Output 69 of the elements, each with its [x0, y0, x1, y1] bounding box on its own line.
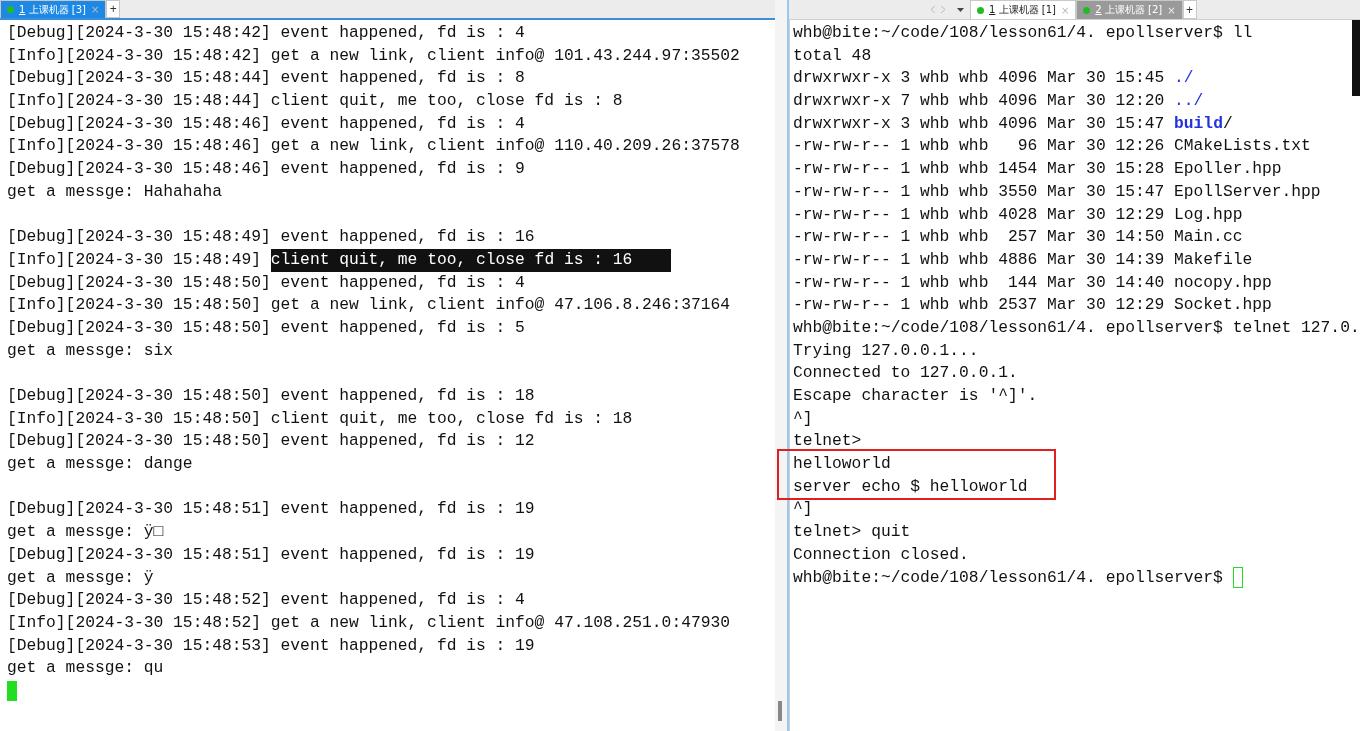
- terminal-line: Trying 127.0.0.1...: [793, 339, 979, 362]
- terminal-line: [Debug][2024-3-30 15:48:50] event happened, fd is : 5: [7, 316, 525, 339]
- terminal-line: /: [1222, 112, 1233, 135]
- terminal-line: -rw-rw-r-- 1 whb whb 3550 Mar 30 15:47 EpollServer.hpp: [793, 180, 1321, 203]
- terminal-line: get a messge: ÿ□: [7, 521, 164, 544]
- terminal-line: [Info][2024-3-30 15:48:44] client quit, me too, close fd is : 8: [7, 90, 623, 113]
- terminal-line: -rw-rw-r-- 1 whb whb 4028 Mar 30 12:29 Log.hpp: [793, 203, 1243, 226]
- terminal-line: telnet>: [793, 430, 862, 453]
- terminal-line: [Debug][2024-3-30 15:48:50] event happened, fd is : 4: [7, 271, 525, 294]
- terminal-line: get a messge: six: [7, 339, 174, 362]
- terminal-line: [Debug][2024-3-30 15:48:50] event happened, fd is : 18: [7, 385, 535, 407]
- terminal-line: server echo $ helloworld: [793, 475, 1028, 498]
- new-tab-button[interactable]: +: [106, 0, 121, 18]
- terminal-line: Connection closed.: [793, 543, 969, 566]
- terminal-line: get a messge: qu: [7, 657, 164, 680]
- terminal-line: [Debug][2024-3-30 15:48:46] event happened, fd is : 9: [7, 158, 525, 181]
- terminal-line: [Debug][2024-3-30 15:48:53] event happened, fd is : 19: [7, 634, 535, 657]
- terminal-line: [Debug][2024-3-30 15:48:44] event happened, fd is : 8: [7, 67, 525, 90]
- status-dot-icon: [7, 6, 14, 13]
- terminal-line: [Debug][2024-3-30 15:48:51] event happened, fd is : 19: [7, 543, 535, 566]
- terminal-line: -rw-rw-r-- 1 whb whb 257 Mar 30 14:50 Main.cc: [793, 226, 1243, 249]
- terminal-line: whb@bite:~/code/108/lesson61/4. epollserver$ ll: [793, 22, 1253, 44]
- terminal-line: get a messge: Hahahaha: [7, 180, 222, 203]
- terminal-line: get a messge: ÿ: [7, 566, 154, 589]
- terminal-line: ^]: [793, 498, 813, 521]
- terminal-line: drwxrwxr-x 7 whb whb 4096 Mar 30 12:20: [793, 90, 1166, 113]
- close-icon[interactable]: ×: [1167, 4, 1176, 16]
- selected-text: client quit, me too, close fd is : 16: [270, 248, 672, 272]
- terminal-line: -rw-rw-r-- 1 whb whb 1454 Mar 30 15:28 Epoller.hpp: [793, 158, 1282, 181]
- directory-name: ./: [1174, 67, 1194, 90]
- terminal-tab[interactable]: 2 上课机器 [2] ×: [1076, 0, 1183, 19]
- terminal-line: drwxrwxr-x 3 whb whb 4096 Mar 30 15:45: [793, 67, 1166, 90]
- terminal-line: get a messge: dange: [7, 453, 193, 476]
- terminal-line: [Info][2024-3-30 15:48:50] get a new link, client info@ 47.106.8.246:37164: [7, 294, 730, 317]
- scrollbar-thumb[interactable]: [778, 701, 782, 721]
- terminal-line: [Info][2024-3-30 15:48:52] get a new link, client info@ 47.108.251.0:47930: [7, 611, 730, 634]
- terminal-line: drwxrwxr-x 3 whb whb 4096 Mar 30 15:47: [793, 112, 1166, 135]
- terminal-line: whb@bite:~/code/108/lesson61/4. epollserver$: [793, 566, 1224, 589]
- terminal-line: -rw-rw-r-- 1 whb whb 144 Mar 30 14:40 nocopy.hpp: [793, 271, 1272, 294]
- terminal-line: [Debug][2024-3-30 15:48:52] event happened, fd is : 4: [7, 589, 525, 612]
- scrollbar-thumb[interactable]: [1352, 20, 1360, 96]
- terminal-line: helloworld: [793, 453, 891, 476]
- directory-name: build: [1174, 112, 1223, 135]
- terminal-line: telnet> quit: [793, 521, 911, 544]
- terminal-line: total 48: [793, 44, 872, 67]
- directory-name: ../: [1174, 90, 1204, 113]
- terminal-line: ^]: [793, 407, 813, 430]
- terminal-line: [Debug][2024-3-30 15:48:50] event happened, fd is : 12: [7, 430, 535, 453]
- dropdown-caret-icon[interactable]: [957, 7, 964, 12]
- terminal-tab[interactable]: 1 上课机器 [1] ×: [970, 0, 1077, 19]
- terminal-line: Connected to 127.0.0.1.: [793, 362, 1018, 385]
- close-icon[interactable]: ×: [90, 4, 100, 15]
- terminal-line: -rw-rw-r-- 1 whb whb 4886 Mar 30 14:39 Makefile: [793, 248, 1253, 271]
- terminal-line: [Debug][2024-3-30 15:48:42] event happened, fd is : 4: [7, 22, 525, 44]
- terminal-line: Escape character is '^]'.: [793, 385, 1038, 407]
- terminal-line: whb@bite:~/code/108/lesson61/4. epollserver$ telnet 127.0.: [793, 316, 1360, 339]
- terminal-line: -rw-rw-r-- 1 whb whb 96 Mar 30 12:26 CMakeLists.txt: [793, 135, 1311, 158]
- terminal-line: -rw-rw-r-- 1 whb whb 2537 Mar 30 12:29 Socket.hpp: [793, 294, 1272, 317]
- status-dot-icon: [977, 6, 984, 14]
- terminal-line: [Info][2024-3-30 15:48:50] client quit, me too, close fd is : 18: [7, 407, 633, 430]
- terminal-line: [Debug][2024-3-30 15:48:49] event happened, fd is : 16: [7, 226, 535, 249]
- terminal-tab[interactable]: 1 上课机器 [3] ×: [0, 0, 107, 18]
- status-dot-icon: [1083, 6, 1091, 14]
- terminal-line: [Debug][2024-3-30 15:48:51] event happened, fd is : 19: [7, 498, 535, 521]
- close-icon[interactable]: ×: [1060, 4, 1070, 16]
- terminal-line: [Info][2024-3-30 15:48:42] get a new link, client info@ 101.43.244.97:35502: [7, 44, 740, 67]
- terminal-line: [Info][2024-3-30 15:48:49]: [7, 248, 263, 271]
- terminal-line: [Debug][2024-3-30 15:48:46] event happened, fd is : 4: [7, 112, 525, 135]
- terminal-line: [Info][2024-3-30 15:48:46] get a new link, client info@ 110.40.209.26:37578: [7, 135, 740, 158]
